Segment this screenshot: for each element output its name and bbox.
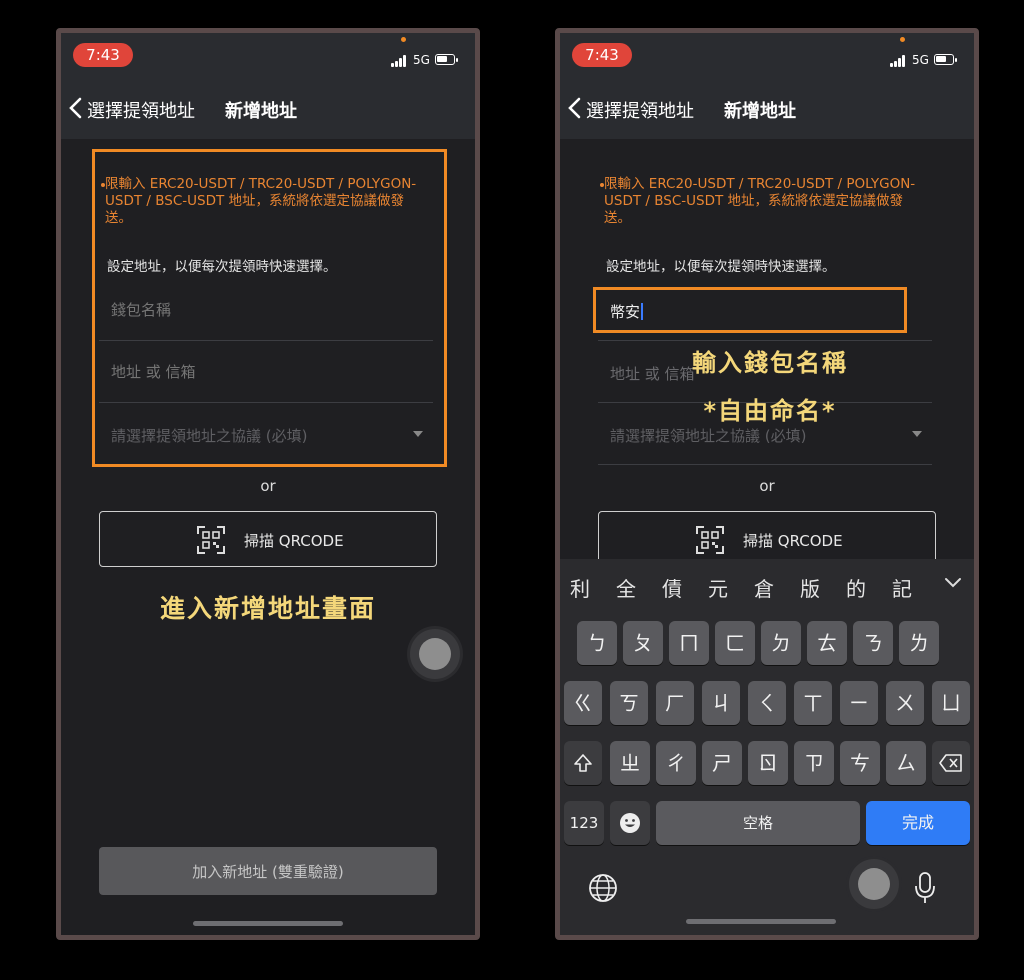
chevron-left-icon[interactable] bbox=[67, 97, 85, 119]
highlight-box-wallet-name bbox=[593, 287, 907, 333]
zhuyin-keyboard: 利 全 債 元 倉 版 的 記 ㄅ ㄆ ㄇ ㄈ ㄉ ㄊ ㄋ ㄌ ㄍ ㄎ ㄏ ㄐ … bbox=[560, 559, 974, 935]
page-title: 新增地址 bbox=[724, 101, 796, 122]
back-button-label[interactable]: 選擇提領地址 bbox=[87, 97, 195, 123]
key-zhuyin[interactable]: ㄒ bbox=[794, 681, 832, 725]
key-zhuyin[interactable]: ㄨ bbox=[886, 681, 924, 725]
battery-icon bbox=[934, 54, 957, 65]
key-zhuyin[interactable]: ㄐ bbox=[702, 681, 740, 725]
assistive-touch-button[interactable] bbox=[849, 859, 899, 909]
back-button-label[interactable]: 選擇提領地址 bbox=[586, 97, 694, 123]
key-zhuyin[interactable]: ㄔ bbox=[656, 741, 696, 785]
network-label: 5G bbox=[413, 53, 430, 67]
candidate-word[interactable]: 利 bbox=[570, 573, 590, 602]
annotation-caption-line2: *自由命名* bbox=[703, 397, 837, 425]
scan-qrcode-label: 掃描 QRCODE bbox=[743, 532, 843, 550]
or-separator: or bbox=[260, 477, 276, 495]
annotation-caption: 進入新增地址畫面 bbox=[159, 594, 376, 623]
highlight-box-form bbox=[92, 149, 447, 467]
signal-icon bbox=[890, 55, 910, 67]
backspace-icon bbox=[939, 754, 962, 772]
key-zhuyin[interactable]: ㄘ bbox=[840, 741, 880, 785]
key-zhuyin[interactable]: ㄖ bbox=[748, 741, 788, 785]
candidate-word[interactable]: 倉 bbox=[754, 573, 774, 602]
key-zhuyin[interactable]: ㄅ bbox=[577, 621, 617, 665]
scan-qrcode-button[interactable]: 掃描 QRCODE bbox=[99, 511, 437, 567]
key-zhuyin[interactable]: ㄑ bbox=[748, 681, 786, 725]
key-zhuyin[interactable]: ㄍ bbox=[564, 681, 602, 725]
status-time: 7:43 bbox=[572, 43, 632, 67]
status-time: 7:43 bbox=[73, 43, 133, 67]
key-zhuyin[interactable]: ㄏ bbox=[656, 681, 694, 725]
recording-indicator-dot bbox=[900, 37, 905, 42]
signal-icon bbox=[391, 55, 411, 67]
recording-indicator-dot bbox=[401, 37, 406, 42]
protocol-notice: 限輸入 ERC20-USDT / TRC20-USDT / POLYGON-US… bbox=[604, 176, 916, 226]
key-zhuyin[interactable]: ㄕ bbox=[702, 741, 742, 785]
qr-scan-icon bbox=[696, 526, 724, 554]
assistive-touch-button[interactable] bbox=[410, 629, 460, 679]
status-bar: 7:43 5G bbox=[61, 33, 475, 77]
phone-screen-left: 7:43 5G 選擇提領地址 新增地址 限輸入 ERC20-USDT / TRC… bbox=[56, 28, 480, 940]
nav-bar: 選擇提領地址 新增地址 bbox=[61, 77, 475, 139]
chevron-left-icon[interactable] bbox=[566, 97, 584, 119]
scan-qrcode-label: 掃描 QRCODE bbox=[244, 532, 344, 550]
key-zhuyin[interactable]: ㄌ bbox=[899, 621, 939, 665]
shift-icon bbox=[574, 754, 592, 772]
key-zhuyin[interactable]: ㄙ bbox=[886, 741, 926, 785]
key-zhuyin[interactable]: ㄈ bbox=[715, 621, 755, 665]
candidate-word[interactable]: 債 bbox=[662, 573, 682, 602]
chevron-down-icon bbox=[912, 431, 922, 437]
hint-text: 設定地址，以便每次提領時快速選擇。 bbox=[606, 259, 836, 275]
candidate-word[interactable]: 元 bbox=[708, 573, 728, 602]
candidate-word[interactable]: 的 bbox=[846, 573, 866, 602]
candidate-word[interactable]: 版 bbox=[800, 573, 820, 602]
globe-icon[interactable] bbox=[588, 873, 618, 903]
page-title: 新增地址 bbox=[225, 101, 297, 122]
candidate-word[interactable]: 記 bbox=[892, 573, 912, 602]
key-zhuyin[interactable]: ㄗ bbox=[794, 741, 834, 785]
backspace-key[interactable] bbox=[932, 741, 970, 785]
key-zhuyin[interactable]: ㄧ bbox=[840, 681, 878, 725]
home-indicator[interactable] bbox=[686, 919, 836, 924]
protocol-placeholder: 請選擇提領地址之協議 (必填) bbox=[610, 427, 807, 445]
network-label: 5G bbox=[912, 53, 929, 67]
or-separator: or bbox=[759, 477, 775, 495]
key-zhuyin[interactable]: ㄊ bbox=[807, 621, 847, 665]
key-zhuyin[interactable]: ㄇ bbox=[669, 621, 709, 665]
phone-screen-right: 7:43 5G 選擇提領地址 新增地址 限輸入 ERC20-USDT / TRC… bbox=[555, 28, 979, 940]
annotation-caption-line1: 輸入錢包名稱 bbox=[692, 349, 848, 377]
candidate-bar: 利 全 債 元 倉 版 的 記 bbox=[560, 559, 974, 609]
add-address-button[interactable]: 加入新地址 (雙重驗證) bbox=[99, 847, 437, 895]
numbers-key[interactable]: 123 bbox=[564, 801, 604, 845]
space-key[interactable]: 空格 bbox=[656, 801, 860, 845]
done-key[interactable]: 完成 bbox=[866, 801, 970, 845]
key-zhuyin[interactable]: ㄉ bbox=[761, 621, 801, 665]
chevron-down-icon[interactable] bbox=[942, 571, 964, 593]
key-zhuyin[interactable]: ㄩ bbox=[932, 681, 970, 725]
key-zhuyin[interactable]: ㄎ bbox=[610, 681, 648, 725]
status-bar: 7:43 5G bbox=[560, 33, 974, 77]
emoji-icon bbox=[620, 813, 640, 833]
key-zhuyin[interactable]: ㄓ bbox=[610, 741, 650, 785]
add-address-label: 加入新地址 (雙重驗證) bbox=[192, 863, 344, 881]
home-indicator[interactable] bbox=[193, 921, 343, 926]
qr-scan-icon bbox=[197, 526, 225, 554]
shift-key[interactable] bbox=[564, 741, 602, 785]
candidate-word[interactable]: 全 bbox=[616, 573, 636, 602]
key-zhuyin[interactable]: ㄆ bbox=[623, 621, 663, 665]
nav-bar: 選擇提領地址 新增地址 bbox=[560, 77, 974, 139]
microphone-icon[interactable] bbox=[914, 871, 936, 905]
battery-icon bbox=[435, 54, 458, 65]
emoji-key[interactable] bbox=[610, 801, 650, 845]
key-zhuyin[interactable]: ㄋ bbox=[853, 621, 893, 665]
